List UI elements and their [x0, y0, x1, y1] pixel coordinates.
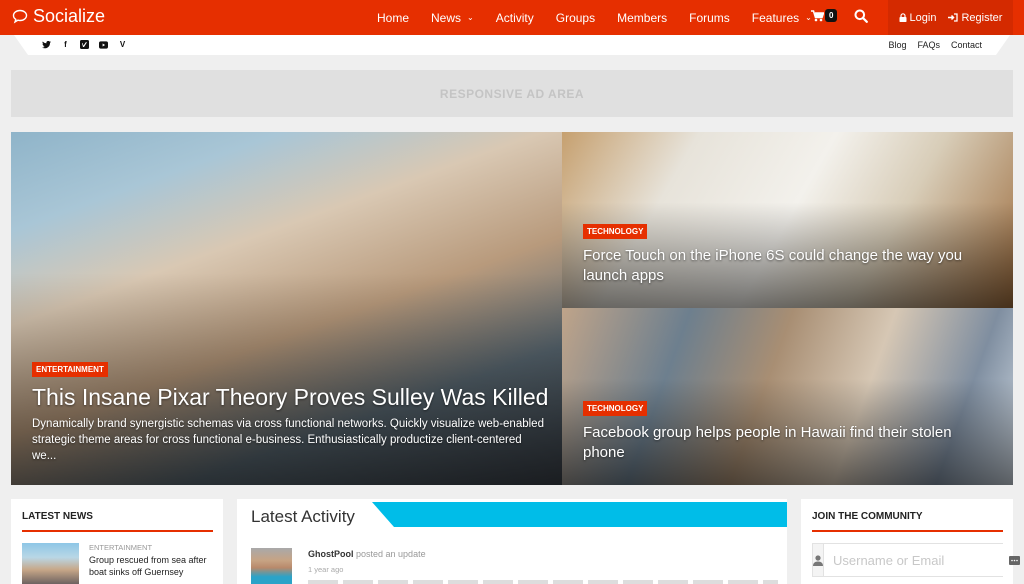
nav-label: Home: [377, 10, 410, 25]
nav-label: Groups: [555, 10, 596, 25]
password-manager-icon[interactable]: [1009, 544, 1020, 576]
register-label: Register: [961, 11, 1003, 24]
featured-post-secondary[interactable]: TECHNOLOGY Force Touch on the iPhone 6S …: [562, 132, 1013, 308]
news-category[interactable]: ENTERTAINMENT: [89, 543, 152, 552]
category-badge[interactable]: TECHNOLOGY: [583, 224, 648, 239]
secondary-bar: [14, 35, 1010, 55]
featured-post-main[interactable]: ENTERTAINMENT This Insane Pixar Theory P…: [11, 132, 562, 485]
featured-title[interactable]: Facebook group helps people in Hawaii fi…: [583, 423, 993, 463]
facebook-icon[interactable]: f: [61, 40, 70, 49]
nav-activity[interactable]: Activity: [496, 11, 534, 25]
shopping-cart-icon: [811, 9, 824, 21]
register-link[interactable]: Register: [948, 12, 1002, 24]
vimeo-icon[interactable]: [80, 40, 89, 49]
nav-forums[interactable]: Forums: [689, 11, 730, 25]
nav-label: Activity: [495, 10, 534, 25]
featured-title[interactable]: This Insane Pixar Theory Proves Sulley W…: [32, 384, 548, 411]
sign-in-icon: [948, 13, 959, 22]
activity-accent-stripe: [372, 502, 787, 527]
ad-area: RESPONSIVE AD AREA: [11, 70, 1013, 117]
heading-underline: [812, 530, 1003, 532]
search-button[interactable]: [854, 9, 868, 28]
activity-meta: GhostPool posted an update: [308, 549, 426, 559]
login-link[interactable]: Login: [899, 11, 937, 24]
activity-time: 1 year ago: [308, 565, 344, 574]
category-badge[interactable]: ENTERTAINMENT: [32, 362, 108, 377]
avatar[interactable]: [251, 548, 292, 584]
search-icon: [854, 9, 868, 23]
auth-area: Login Register: [888, 0, 1013, 35]
latest-news-widget: LATEST NEWS ENTERTAINMENT Group rescued …: [11, 499, 223, 584]
blog-link[interactable]: Blog: [888, 40, 906, 50]
category-badge[interactable]: TECHNOLOGY: [583, 401, 648, 416]
news-thumbnail[interactable]: [22, 543, 79, 584]
featured-title[interactable]: Force Touch on the iPhone 6S could chang…: [583, 246, 993, 286]
activity-user[interactable]: GhostPool: [308, 549, 354, 559]
chevron-down-icon: ⌄: [467, 13, 474, 22]
vine-icon[interactable]: V: [118, 40, 127, 49]
news-title[interactable]: Group rescued from sea after boat sinks …: [89, 554, 219, 578]
username-field: [812, 543, 1020, 577]
social-links: f V: [42, 40, 127, 49]
nav-groups[interactable]: Groups: [556, 11, 595, 25]
faqs-link[interactable]: FAQs: [917, 40, 940, 50]
nav-home[interactable]: Home: [377, 11, 409, 25]
nav-members[interactable]: Members: [617, 11, 667, 25]
activity-action: posted an update: [356, 549, 426, 559]
nav-features[interactable]: Features ⌄: [752, 11, 812, 25]
nav-label: Members: [617, 10, 668, 25]
activity-heading: Latest Activity: [251, 507, 355, 526]
main-nav: Home News ⌄ Activity Groups Members Forum…: [366, 0, 823, 35]
nav-label: Forums: [689, 10, 730, 25]
logo-text: Socialize: [33, 6, 106, 26]
cart-count-badge: 0: [825, 9, 838, 22]
username-input[interactable]: [824, 544, 1009, 576]
nav-label: News: [431, 10, 462, 25]
nav-news[interactable]: News ⌄: [431, 11, 474, 25]
widget-heading: JOIN THE COMMUNITY: [812, 511, 923, 522]
heading-underline: [22, 530, 213, 532]
secondary-links: Blog FAQs Contact: [888, 40, 982, 50]
lock-icon: [899, 13, 907, 22]
nav-label: Features: [751, 10, 800, 25]
ad-label: RESPONSIVE AD AREA: [439, 86, 585, 101]
user-icon: [813, 544, 824, 576]
speech-bubble-icon: [12, 9, 28, 24]
twitter-icon[interactable]: [42, 40, 51, 49]
login-label: Login: [909, 11, 937, 24]
widget-heading: LATEST NEWS: [22, 511, 93, 522]
youtube-icon[interactable]: [99, 40, 108, 49]
activity-text: [308, 580, 778, 584]
site-logo[interactable]: Socialize: [12, 6, 105, 27]
featured-post-tertiary[interactable]: TECHNOLOGY Facebook group helps people i…: [562, 308, 1013, 485]
contact-link[interactable]: Contact: [951, 40, 982, 50]
cart-button[interactable]: 0: [811, 9, 838, 22]
featured-excerpt: Dynamically brand synergistic schemas vi…: [32, 418, 544, 462]
